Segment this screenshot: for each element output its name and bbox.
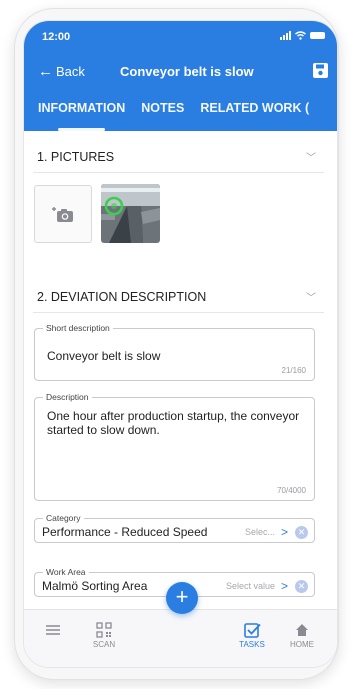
section-deviation-header[interactable]: 2. DEVIATION DESCRIPTION ﹀	[33, 279, 324, 313]
short-description-field[interactable]: Short description Conveyor belt is slow …	[34, 323, 315, 381]
save-icon[interactable]	[312, 62, 329, 79]
short-description-value: Conveyor belt is slow	[47, 349, 161, 363]
tab-information[interactable]: INFORMATION	[38, 91, 125, 131]
back-button[interactable]: ← Back	[38, 64, 85, 79]
description-field[interactable]: Description One hour after production st…	[34, 392, 315, 501]
work-area-placeholder: Select value	[225, 581, 275, 591]
back-arrow-icon: ←	[38, 63, 53, 80]
home-icon	[277, 620, 327, 640]
work-area-label: Work Area	[43, 567, 89, 577]
category-select-row: Performance - Reduced Speed Selec... > ✕	[42, 524, 308, 540]
chevron-down-icon: ﹀	[306, 293, 316, 304]
camera-add-icon	[52, 207, 73, 222]
description-value: One hour after production startup, the c…	[47, 409, 300, 437]
menu-button[interactable]	[28, 620, 78, 640]
app-header: 12:00 ← Back Conveyor belt is slow INFOR…	[24, 21, 337, 131]
work-area-value: Malmö Sorting Area	[42, 579, 148, 593]
tab-related-work[interactable]: RELATED WORK (	[200, 91, 309, 131]
nav-tasks[interactable]: TASKS	[227, 620, 277, 649]
nav-home[interactable]: HOME	[277, 620, 327, 649]
chevron-right-icon[interactable]: >	[281, 579, 288, 593]
back-label: Back	[56, 64, 85, 79]
system-icons	[280, 31, 325, 40]
chevron-right-icon[interactable]: >	[281, 525, 288, 539]
qr-code-icon	[79, 620, 129, 640]
clear-icon[interactable]: ✕	[295, 525, 308, 539]
hamburger-icon	[28, 620, 78, 640]
description-counter: 70/4000	[277, 486, 306, 495]
plus-icon: +	[175, 584, 189, 609]
tab-bar: INFORMATION NOTES RELATED WORK (	[38, 91, 309, 131]
page-title: Conveyor belt is slow	[120, 64, 254, 79]
status-bar: 12:00	[24, 21, 337, 53]
section-pictures-header[interactable]: 1. PICTURES ﹀	[33, 139, 324, 173]
nav-tasks-label: TASKS	[239, 640, 265, 649]
photo-thumbnail[interactable]	[101, 184, 160, 243]
category-value: Performance - Reduced Speed	[42, 525, 208, 539]
nav-scan-label: SCAN	[92, 640, 116, 649]
nav-scan[interactable]: SCAN	[79, 620, 129, 649]
bottom-nav: SCAN TASKS HOME	[24, 609, 337, 667]
nav-home-label: HOME	[290, 640, 314, 649]
tab-notes[interactable]: NOTES	[141, 91, 184, 131]
signal-icon	[280, 31, 291, 40]
form-content[interactable]: 1. PICTURES ﹀ 2. DEVIATION DESCRIPTION ﹀…	[24, 131, 337, 609]
app-screen: 12:00 ← Back Conveyor belt is slow INFOR…	[23, 20, 338, 668]
category-select[interactable]: Category Performance - Reduced Speed Sel…	[34, 513, 315, 543]
add-button[interactable]: +	[166, 582, 198, 614]
short-description-label: Short description	[43, 323, 113, 333]
conveyor-photo	[101, 184, 160, 243]
chevron-down-icon: ﹀	[306, 153, 316, 164]
nav-bar: ← Back Conveyor belt is slow	[24, 57, 337, 87]
category-label: Category	[43, 513, 84, 523]
section-deviation-title: 2. DEVIATION DESCRIPTION	[37, 290, 207, 304]
short-description-counter: 21/160	[281, 366, 306, 375]
add-photo-button[interactable]	[34, 185, 92, 243]
tasks-check-icon	[227, 620, 277, 640]
section-pictures-title: 1. PICTURES	[37, 150, 115, 164]
category-placeholder: Selec...	[244, 527, 275, 537]
description-label: Description	[43, 392, 92, 402]
battery-icon	[310, 32, 325, 39]
clear-icon[interactable]: ✕	[295, 579, 308, 593]
status-time: 12:00	[42, 31, 71, 43]
wifi-icon	[295, 31, 306, 40]
